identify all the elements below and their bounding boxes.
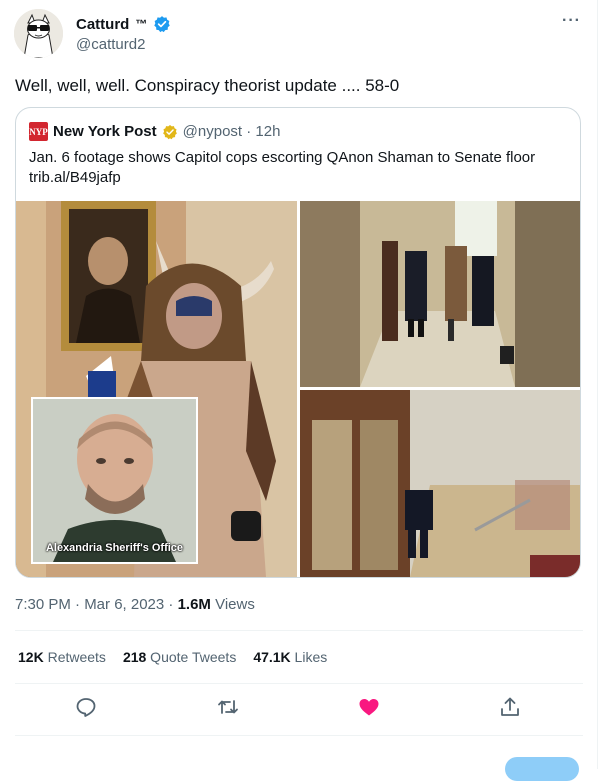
quote-tweet-card[interactable]: NYP New York Post @nypost · 12h Jan. 6 f… — [15, 107, 581, 578]
time-date[interactable]: 7:30 PM · Mar 6, 2023 · — [15, 596, 178, 613]
mugshot-illustration — [33, 399, 196, 562]
author-name[interactable]: Catturd — [76, 16, 129, 33]
share-icon[interactable] — [498, 695, 522, 719]
engagement-stats: 12K Retweets 218 Quote Tweets 47.1K Like… — [18, 649, 327, 665]
doorway-photo-illustration — [300, 390, 580, 577]
quote-author-name[interactable]: New York Post — [53, 123, 157, 140]
retweets-count: 12K — [18, 649, 44, 665]
mugshot-inset: Alexandria Sheriff's Office — [31, 397, 198, 564]
likes-count: 47.1K — [253, 649, 291, 665]
quote-handle-time[interactable]: @nypost · 12h — [183, 123, 281, 140]
views-count: 1.6M — [177, 596, 211, 613]
retweet-icon[interactable] — [216, 695, 240, 719]
quote-link[interactable]: trib.al/B49jafp — [29, 168, 569, 188]
reply-icon[interactable] — [74, 695, 98, 719]
nypost-logo-text: NYP — [29, 126, 48, 137]
gold-verified-badge-icon — [162, 124, 177, 139]
quote-header: NYP New York Post @nypost · 12h — [29, 122, 280, 141]
hallway-photo-illustration — [300, 201, 580, 387]
like-icon[interactable] — [357, 695, 381, 719]
divider-middle — [15, 683, 583, 684]
quote-tweets-count: 218 — [122, 649, 147, 665]
nypost-logo-icon: NYP — [29, 122, 48, 141]
media-image-top-right[interactable] — [300, 201, 580, 387]
author-handle[interactable]: @catturd2 — [76, 36, 145, 53]
quote-tweets-stat[interactable]: 218 Quote Tweets — [123, 649, 236, 665]
views-label: Views — [210, 596, 255, 613]
quote-text-block: Jan. 6 footage shows Capitol cops escort… — [29, 148, 569, 188]
divider-top — [15, 630, 583, 631]
likes-label: Likes — [290, 649, 328, 665]
tweet-text: Well, well, well. Conspiracy theorist up… — [15, 76, 400, 95]
more-options-icon[interactable]: ··· — [562, 12, 581, 30]
divider-bottom — [15, 735, 583, 736]
tweet: Catturd ™ @catturd2 ··· Well, well, well… — [0, 0, 598, 781]
action-bar — [0, 690, 598, 724]
trademark-symbol: ™ — [135, 17, 148, 31]
cat-avatar-icon — [14, 9, 63, 58]
quote-media-grid[interactable]: Alexandria Sheriff's Office — [16, 201, 580, 577]
retweets-stat[interactable]: 12K Retweets — [18, 649, 106, 665]
likes-stat[interactable]: 47.1K Likes — [253, 649, 327, 665]
reply-button[interactable] — [505, 757, 579, 781]
tweet-timestamp: 7:30 PM · Mar 6, 2023 · 1.6M Views — [15, 596, 255, 613]
mugshot-caption: Alexandria Sheriff's Office — [45, 542, 184, 554]
author-name-row[interactable]: Catturd ™ — [76, 15, 171, 33]
media-image-bottom-right[interactable] — [300, 390, 580, 577]
retweets-label: Retweets — [43, 649, 106, 665]
verified-badge-icon — [154, 16, 171, 33]
media-image-left[interactable]: Alexandria Sheriff's Office — [16, 201, 297, 577]
quote-text: Jan. 6 footage shows Capitol cops escort… — [29, 149, 536, 166]
avatar[interactable] — [14, 9, 63, 58]
quote-tweets-label: Quote Tweets — [146, 649, 237, 665]
